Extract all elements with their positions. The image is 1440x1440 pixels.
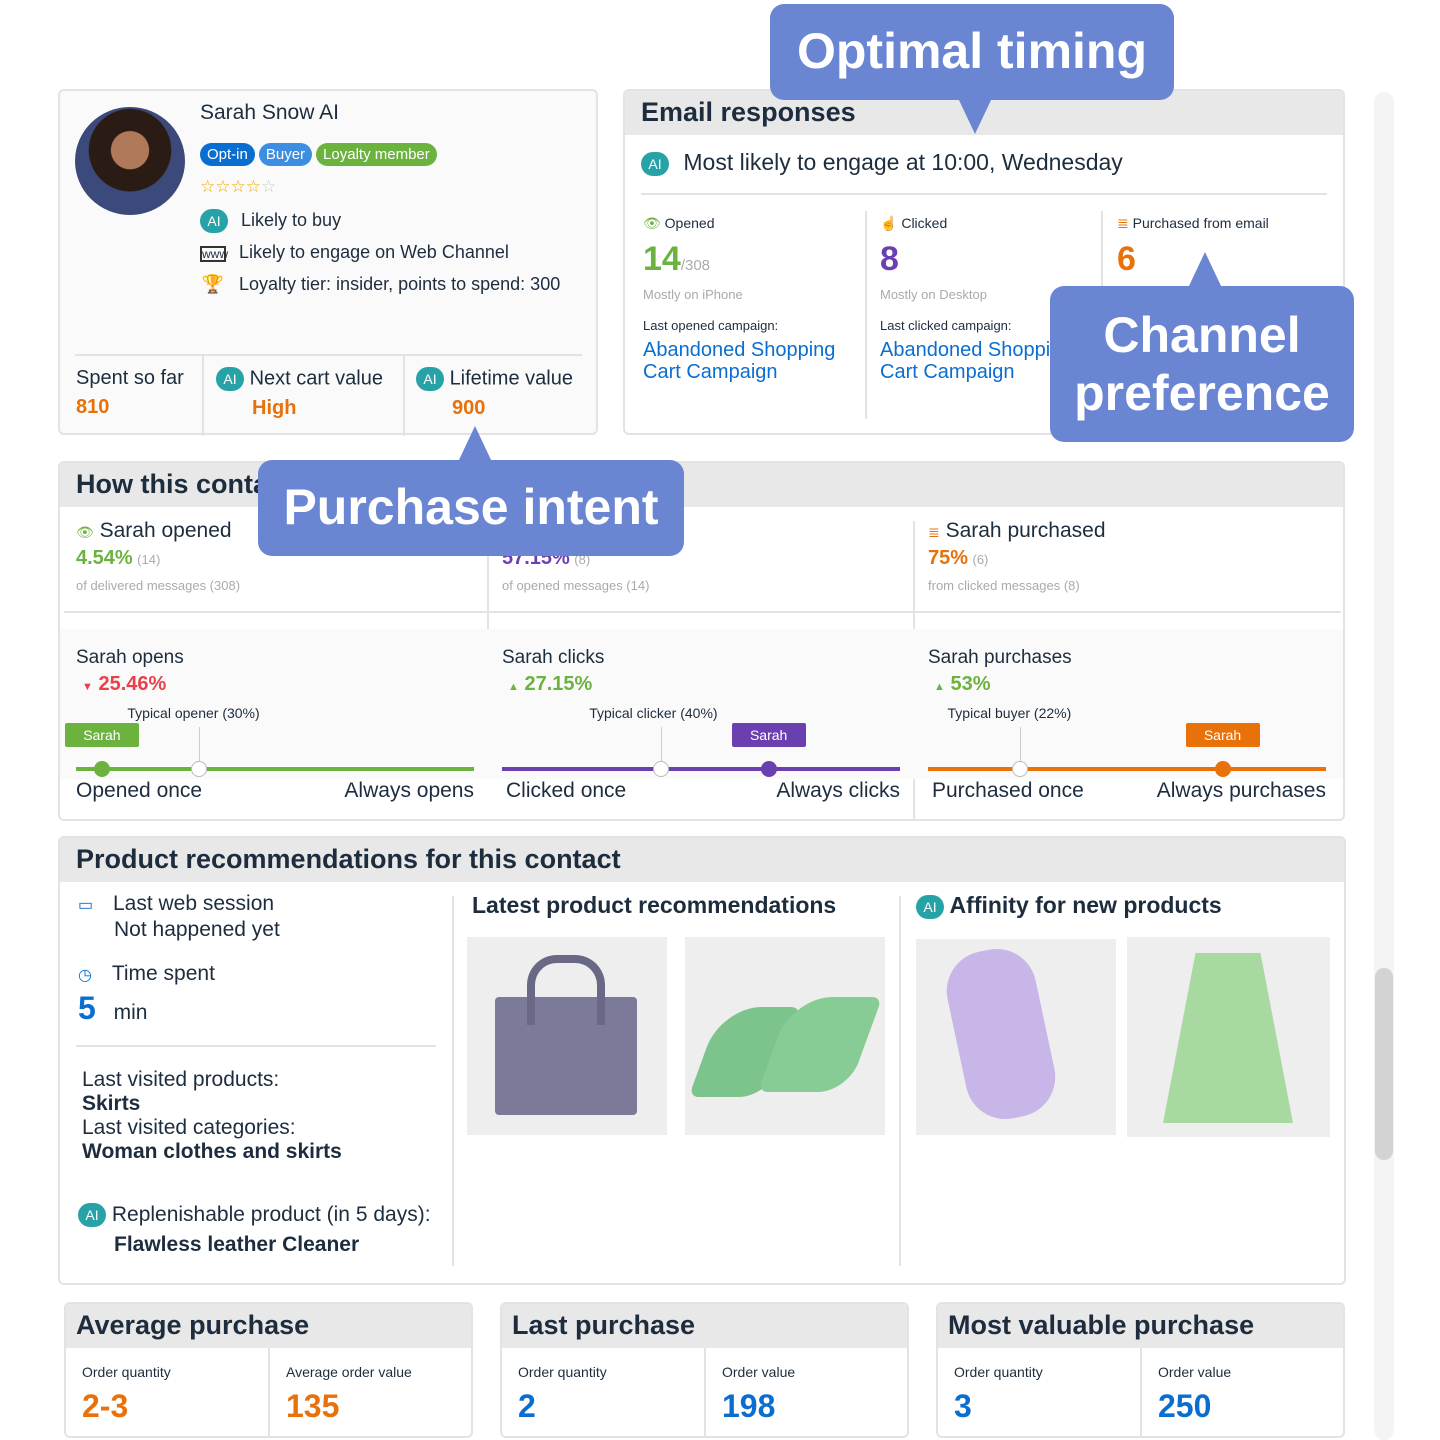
typical-label: Typical opener (30%) <box>127 705 260 721</box>
coins-icon: ≣ <box>1117 215 1129 231</box>
latest-title: Latest product recommendations <box>472 892 837 918</box>
sarah-knob[interactable] <box>93 761 110 777</box>
value-label: Order value <box>722 1364 796 1380</box>
purchase-title: Last purchase <box>502 1304 907 1348</box>
callout-channel-preference: Channel preference <box>1050 286 1354 442</box>
purchase-card: Most valuable purchase Order quantity 3 O… <box>936 1302 1345 1438</box>
typical-knob <box>191 761 208 777</box>
insight-web: Likely to engage on Web Channel <box>239 242 509 262</box>
hand-pointer-icon: ☝ <box>880 215 898 231</box>
slider-0: Sarah opens ▼ 25.46% Typical opener (30%… <box>64 647 474 802</box>
callout-purchase-intent: Purchase intent <box>258 460 684 556</box>
avatar <box>75 107 185 215</box>
product-image-handbag[interactable] <box>467 937 667 1135</box>
slider-max-label: Always purchases <box>1156 779 1326 802</box>
quantity-value: 3 <box>954 1388 972 1424</box>
purchase-title: Average purchase <box>66 1304 471 1348</box>
insight-loyalty: Loyalty tier: insider, points to spend: … <box>239 274 561 294</box>
quantity-label: Order quantity <box>954 1364 1043 1380</box>
slider-delta: ▼ 25.46% <box>82 673 167 695</box>
sarah-flag: Sarah <box>1185 723 1260 747</box>
typical-label: Typical buyer (22%) <box>947 705 1072 721</box>
scrollbar-thumb[interactable] <box>1375 968 1393 1160</box>
typical-knob <box>653 761 670 777</box>
order-value: 135 <box>286 1388 340 1424</box>
tag-buyer: Buyer <box>258 143 313 166</box>
caret-up-icon: ▲ <box>508 681 519 693</box>
slider-2: Sarah purchases ▲ 53% Typical buyer (22%… <box>928 647 1326 802</box>
purchase-card: Average purchase Order quantity 2-3 Avera… <box>64 1302 473 1438</box>
order-value: 198 <box>722 1388 776 1424</box>
purchased-rate: ≣ Sarah purchased 75% (6) from clicked m… <box>928 519 1106 593</box>
products-title: Product recommendations for this contact <box>60 838 1344 882</box>
slider-delta: ▲ 27.15% <box>508 673 593 695</box>
tags: Opt-in Buyer Loyalty member <box>200 143 441 166</box>
slider-delta: ▲ 53% <box>934 673 991 695</box>
sarah-flag: Sarah <box>64 723 139 747</box>
profile-card: Sarah Snow AI Opt-in Buyer Loyalty member … <box>58 89 598 436</box>
typical-label: Typical clicker (40%) <box>589 705 718 721</box>
contact-name: Sarah Snow AI <box>200 101 339 124</box>
engage-time: AI Most likely to engage at 10:00, Wedne… <box>641 149 1123 176</box>
tag-loyalty: Loyalty member <box>316 143 437 166</box>
stat-lifetime: AI Lifetime value 900 <box>416 367 573 420</box>
slider-track: Sarah <box>928 723 1326 777</box>
star-rating: ☆☆☆☆☆ <box>200 177 277 196</box>
product-image-heels[interactable] <box>685 937 885 1135</box>
opened-campaign-link[interactable]: Abandoned Shopping Cart Campaign <box>643 339 843 383</box>
quantity-value: 2-3 <box>82 1388 129 1424</box>
slider-1: Sarah clicks ▲ 27.15% Typical clicker (4… <box>502 647 900 802</box>
caret-down-icon: ▼ <box>82 681 93 693</box>
calendar-icon: ▭ <box>78 897 94 914</box>
web-session: ▭ Last web session Not happened yet ◷ Ti… <box>78 892 280 1026</box>
slider-min-label: Opened once <box>76 779 203 802</box>
stat-next-cart: AI Next cart value High <box>216 367 383 420</box>
caret-up-icon: ▲ <box>934 681 945 693</box>
sarah-knob[interactable] <box>1214 761 1231 777</box>
sarah-flag: Sarah <box>731 723 806 747</box>
visited-info: Last visited products: Skirts Last visite… <box>82 1068 342 1163</box>
compare-card: How this contact compares 👁 Sarah opened… <box>58 461 1345 821</box>
slider-title: Sarah purchases <box>928 647 1072 668</box>
value-label: Order value <box>1158 1364 1232 1380</box>
slider-min-label: Purchased once <box>932 779 1084 802</box>
web-icon: www <box>200 246 228 262</box>
compare-title: How this contact compares <box>60 463 1343 507</box>
slider-max-label: Always opens <box>344 779 474 802</box>
slider-max-label: Always clicks <box>776 779 900 802</box>
insights: AI Likely to buy www Likely to engage on… <box>200 204 560 300</box>
stat-spent: Spent so far 810 <box>76 367 184 418</box>
opened-stat: 👁 Opened 14/308 Mostly on iPhone Last op… <box>643 215 843 383</box>
affinity-title: AI Affinity for new products <box>916 892 1222 919</box>
scrollbar-track[interactable] <box>1374 92 1394 1440</box>
opened-rate: 👁 Sarah opened 4.54% (14) of delivered m… <box>76 519 241 593</box>
slider-title: Sarah opens <box>76 647 184 668</box>
order-value: 250 <box>1158 1388 1212 1424</box>
quantity-label: Order quantity <box>82 1364 171 1380</box>
purchase-card: Last purchase Order quantity 2 Order valu… <box>500 1302 909 1438</box>
typical-knob <box>1011 761 1028 777</box>
clock-icon: ◷ <box>78 967 92 984</box>
product-image-skirt[interactable] <box>1127 937 1330 1137</box>
quantity-label: Order quantity <box>518 1364 607 1380</box>
slider-track: Sarah <box>502 723 900 777</box>
slider-track: Sarah <box>64 723 474 777</box>
value-label: Average order value <box>286 1364 412 1380</box>
callout-optimal-timing: Optimal timing <box>770 4 1174 100</box>
purchase-title: Most valuable purchase <box>938 1304 1343 1348</box>
insight-likely-buy: Likely to buy <box>241 210 342 230</box>
sarah-knob[interactable] <box>760 761 777 777</box>
trophy-icon: 🏆 <box>201 274 225 294</box>
ai-icon: AI <box>200 209 228 234</box>
slider-title: Sarah clicks <box>502 647 605 668</box>
tag-optin: Opt-in <box>200 143 255 166</box>
slider-min-label: Clicked once <box>506 779 627 802</box>
replenish: AI Replenishable product (in 5 days): Fl… <box>78 1200 431 1260</box>
products-card: Product recommendations for this contact… <box>58 836 1346 1285</box>
product-image-scarf[interactable] <box>916 939 1116 1135</box>
quantity-value: 2 <box>518 1388 536 1424</box>
eye-icon: 👁 <box>643 215 661 231</box>
